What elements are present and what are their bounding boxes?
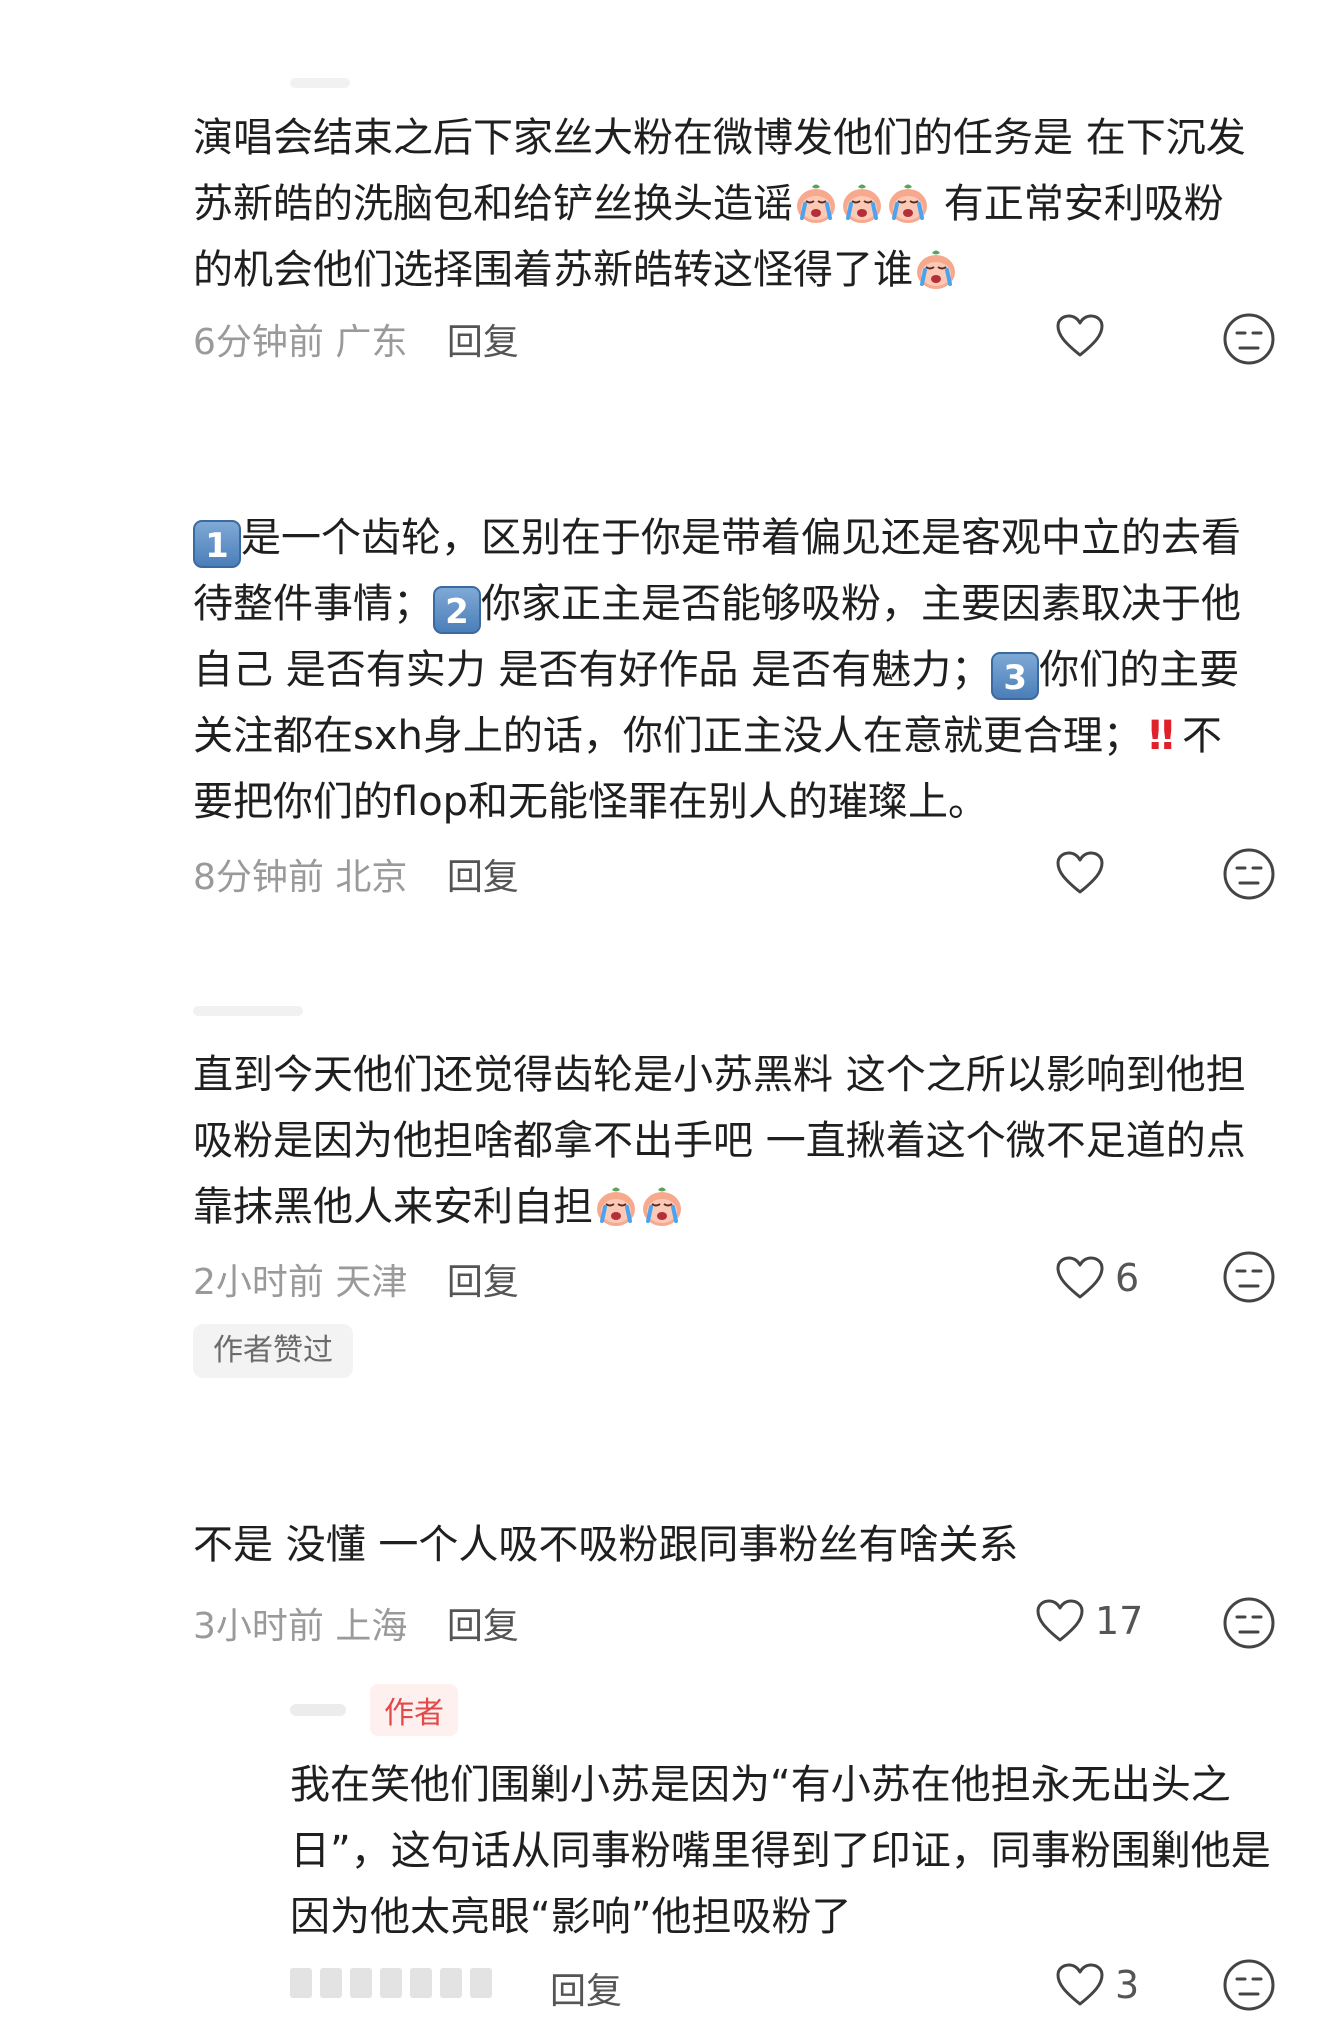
sub-reply-author: 作者 [290, 1684, 458, 1736]
heart-icon [1055, 1255, 1105, 1301]
like-count: 3 [1115, 1963, 1140, 2007]
sub-reply-meta: 回复 [550, 1962, 622, 2014]
comment-text: 1 是一个齿轮，区别在于你是带着偏见还是客观中立的去看待整件事情； 2 你家正主是否能… [193, 515, 1241, 825]
like-button[interactable]: 6 [1055, 1255, 1139, 1301]
location: 上海 [335, 1606, 408, 1647]
username-blur [193, 1006, 303, 1016]
heart-icon [1055, 850, 1105, 896]
author-badge: 作者 [370, 1684, 458, 1736]
like-button[interactable] [1055, 313, 1115, 359]
like-count: 17 [1095, 1599, 1144, 1643]
timestamp: 3小时前 [193, 1606, 324, 1647]
like-button[interactable]: 3 [1055, 1962, 1139, 2008]
like-count: 6 [1115, 1256, 1140, 1300]
heart-icon [1035, 1598, 1085, 1644]
location: 天津 [335, 1262, 408, 1303]
comment-meta: 8分钟前 北京 回复 [193, 848, 519, 900]
reply-button[interactable]: 回复 [447, 1262, 519, 1303]
crying-face-emoji [886, 181, 930, 225]
reply-button[interactable]: 回复 [447, 1606, 519, 1647]
crying-face-emoji [594, 1184, 638, 1228]
crying-face-emoji [840, 181, 884, 225]
comment-text: 演唱会结束之后下家丝大粉在微博发他们的任务是 在下沉发苏新皓的洗脑包和给铲丝换头… [193, 115, 1246, 293]
reply-button[interactable]: 回复 [447, 857, 519, 898]
username-blur [290, 1704, 346, 1716]
reply-button[interactable]: 回复 [550, 1971, 622, 2012]
sub-reply-text: 我在笑他们围剿小苏是因为“有小苏在他担永无出头之日”，这句话从同事粉嘴里得到了印… [290, 1762, 1271, 1940]
heart-icon [1055, 313, 1105, 359]
neutral-face-icon[interactable] [1222, 312, 1276, 366]
crying-face-emoji [640, 1184, 684, 1228]
neutral-face-icon[interactable] [1222, 1958, 1276, 2012]
neutral-face-icon[interactable] [1222, 1596, 1276, 1650]
comment-text: 不是 没懂 一个人吸不吸粉跟同事粉丝有啥关系 [193, 1522, 1019, 1568]
username-blur [290, 1968, 492, 1998]
neutral-face-icon[interactable] [1222, 1250, 1276, 1304]
timestamp: 2小时前 [193, 1262, 324, 1303]
comment-text: 直到今天他们还觉得齿轮是小苏黑料 这个之所以影响到他担吸粉是因为他担啥都拿不出手… [193, 1052, 1246, 1230]
comment-meta: 6分钟前 广东 回复 [193, 313, 519, 365]
timestamp: 8分钟前 [193, 857, 324, 898]
keycap-emoji: 2 [433, 586, 481, 634]
author-liked-tag: 作者赞过 [193, 1324, 353, 1378]
reply-button[interactable]: 回复 [447, 322, 519, 363]
comment-meta: 2小时前 天津 回复 [193, 1253, 519, 1305]
keycap-emoji: 3 [991, 652, 1040, 700]
username-blur [290, 78, 350, 88]
heart-icon [1055, 1962, 1105, 2008]
like-button[interactable] [1055, 850, 1115, 896]
neutral-face-icon[interactable] [1222, 847, 1276, 901]
like-button[interactable]: 17 [1035, 1598, 1143, 1644]
location: 广东 [335, 322, 408, 363]
double-exclamation-emoji: ‼ [1148, 713, 1174, 759]
crying-face-emoji [914, 247, 958, 291]
timestamp: 6分钟前 [193, 322, 324, 363]
comment-meta: 3小时前 上海 回复 [193, 1597, 519, 1649]
location: 北京 [335, 857, 408, 898]
crying-face-emoji [794, 181, 838, 225]
keycap-emoji: 1 [193, 520, 241, 568]
